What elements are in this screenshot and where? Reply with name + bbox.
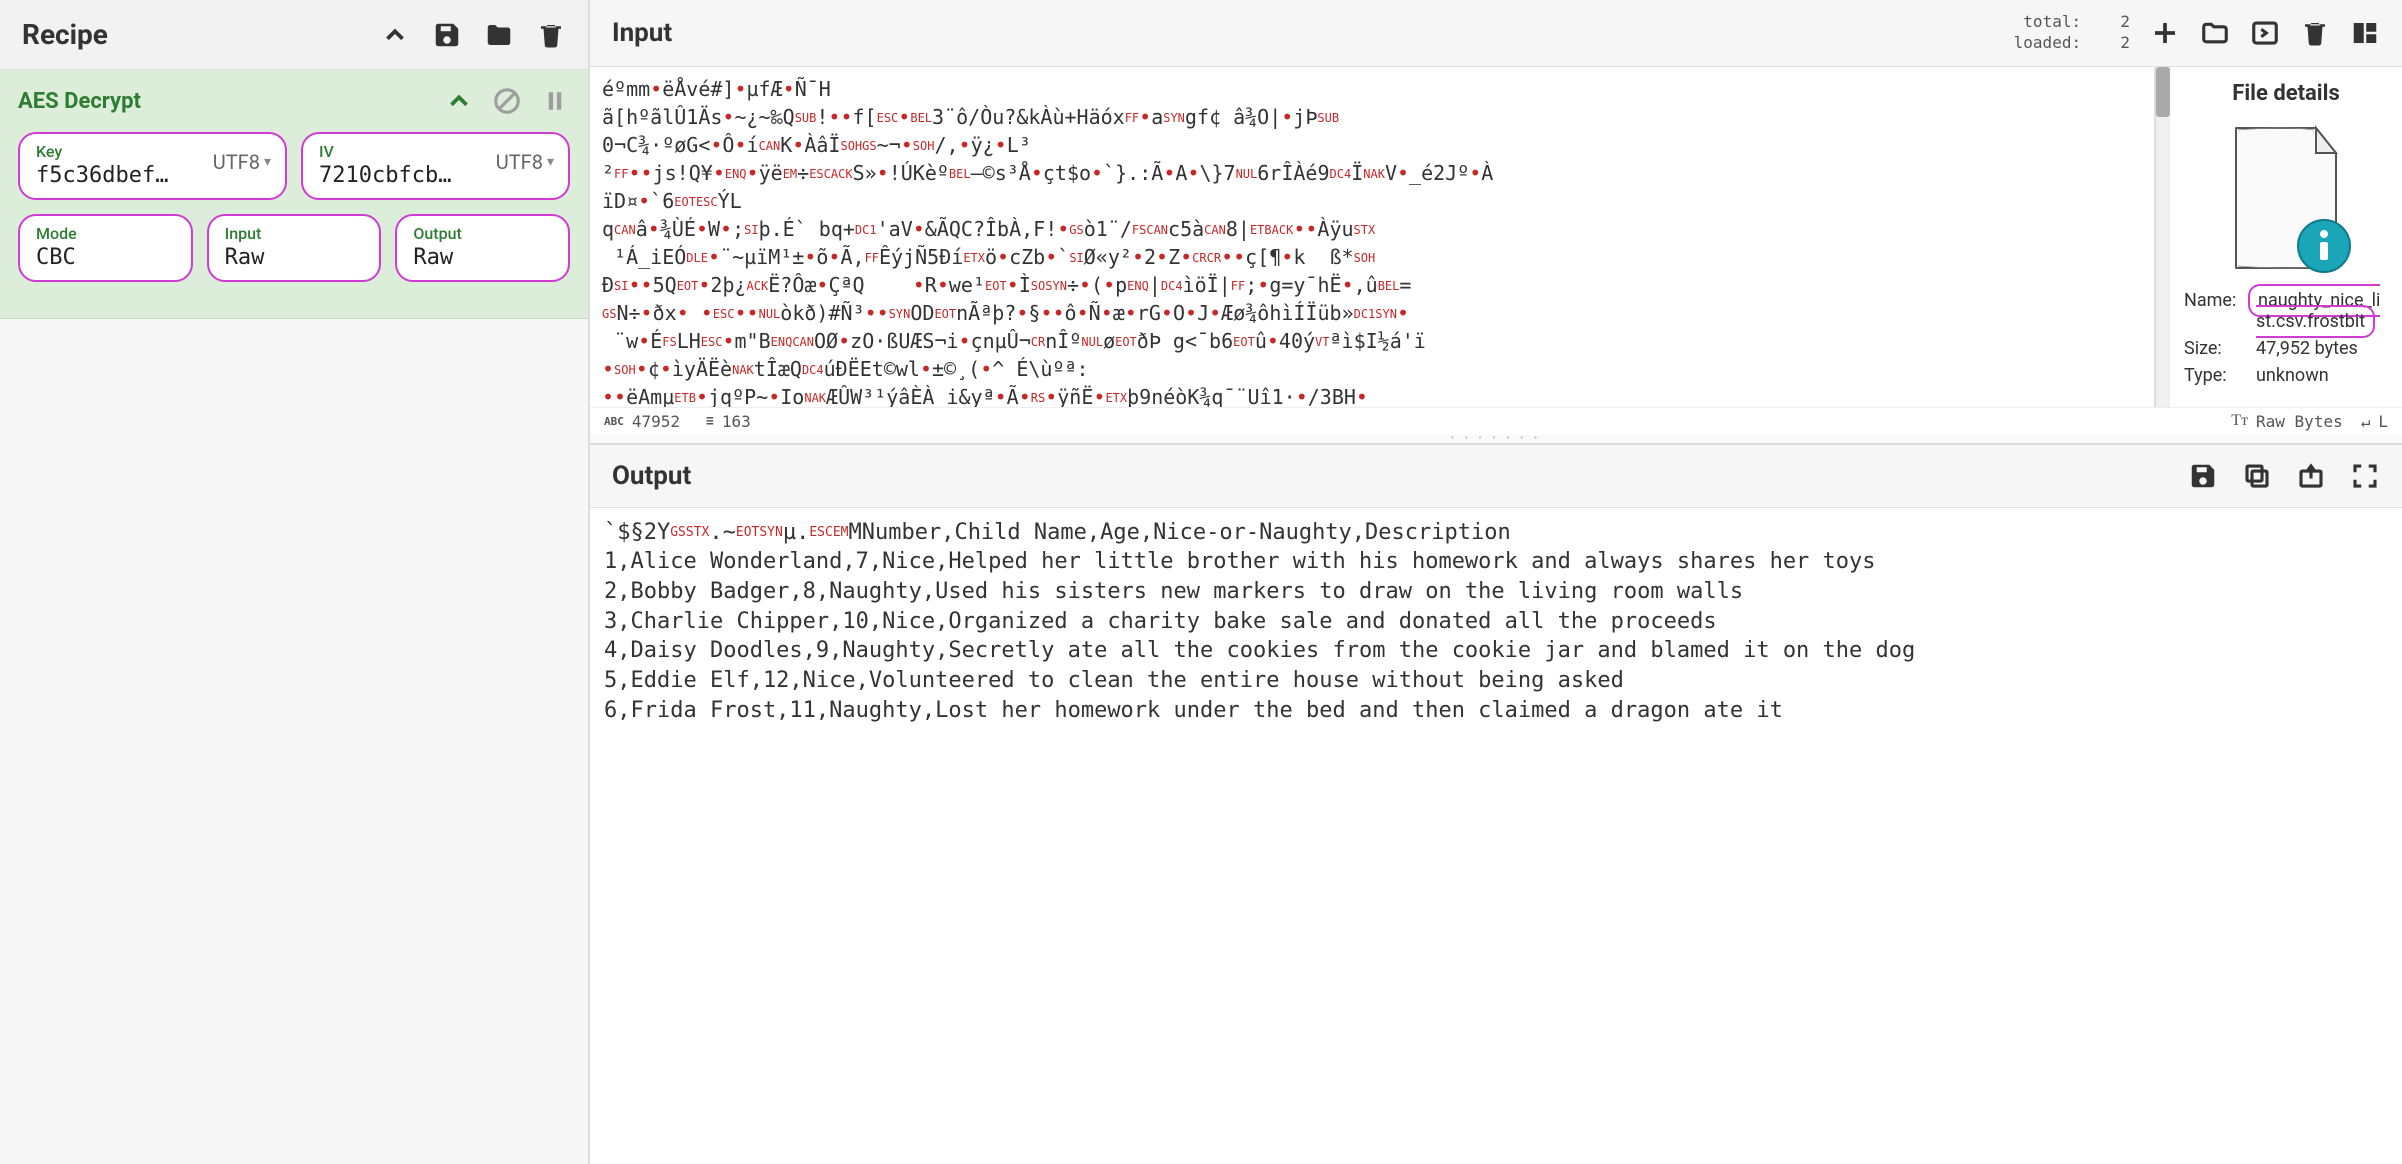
output-header: Output xyxy=(590,445,2402,508)
input-header: Input total: 2 loaded: 2 xyxy=(590,0,2402,67)
recipe-header: Recipe xyxy=(0,0,588,70)
trash-icon[interactable] xyxy=(536,20,566,50)
wrap-toggle[interactable]: ↵ L xyxy=(2361,412,2388,431)
count-loaded-label: loaded: xyxy=(2011,33,2081,54)
operation-title: AES Decrypt xyxy=(18,89,141,114)
encoding-mode[interactable]: Tᴛ Raw Bytes xyxy=(2231,412,2342,431)
operation-aes-decrypt: AES Decrypt Key f5c36dbef… xyxy=(0,70,588,319)
param-value: Raw xyxy=(413,245,552,270)
pause-icon[interactable] xyxy=(540,86,570,116)
layout-icon[interactable] xyxy=(2350,18,2380,48)
input-body: éºmm•ëÅvé#]•µfÆ•Ñ¯H ã[hºãlÛ1Äs•~¿~‰QSUB!… xyxy=(590,67,2402,407)
param-mode[interactable]: Mode CBC xyxy=(18,214,193,282)
param-input[interactable]: Input Raw xyxy=(207,214,382,282)
chevron-up-icon[interactable] xyxy=(444,86,474,116)
input-scrollbar[interactable] xyxy=(2156,67,2170,407)
file-details-panel: File details xyxy=(2170,67,2402,407)
recipe-header-icons xyxy=(380,20,566,50)
folder-open-icon[interactable] xyxy=(2200,18,2230,48)
param-encoding-select[interactable]: UTF8 xyxy=(496,150,554,174)
output-header-icons xyxy=(2188,461,2380,491)
file-details-title: File details xyxy=(2232,81,2340,106)
tt-icon: Tᴛ xyxy=(2231,412,2248,430)
return-icon: ↵ xyxy=(2361,412,2371,431)
save-icon[interactable] xyxy=(432,20,462,50)
param-value: CBC xyxy=(36,245,175,270)
char-count-value: 47952 xyxy=(632,412,680,431)
param-label: Input xyxy=(225,224,364,243)
line-count-value: 163 xyxy=(722,412,751,431)
input-header-icons xyxy=(2150,18,2380,48)
recipe-title: Recipe xyxy=(22,18,108,51)
file-details-table: Name: naughty_nice_list.csv.frostbit Siz… xyxy=(2184,290,2388,392)
wrap-label: L xyxy=(2378,412,2388,431)
count-loaded-value: 2 xyxy=(2120,33,2130,54)
input-header-right: total: 2 loaded: 2 xyxy=(2011,12,2380,54)
input-panel: Input total: 2 loaded: 2 xyxy=(590,0,2402,445)
right-column: Input total: 2 loaded: 2 xyxy=(590,0,2402,1164)
fd-type-value: unknown xyxy=(2256,365,2388,386)
fd-type-label: Type: xyxy=(2184,365,2246,386)
fd-size-label: Size: xyxy=(2184,338,2246,359)
char-count: ABC 47952 xyxy=(604,412,680,431)
fullscreen-icon[interactable] xyxy=(2350,461,2380,491)
param-label: Output xyxy=(413,224,552,243)
param-iv[interactable]: IV 7210cbfcb… UTF8 xyxy=(301,132,570,200)
trash-icon[interactable] xyxy=(2300,18,2330,48)
input-status-bar: ABC 47952 ≡ 163 Tᴛ Raw Bytes ↵ L xyxy=(590,407,2402,435)
abc-icon: ABC xyxy=(604,415,624,428)
recipe-panel: Recipe AES Decrypt xyxy=(0,0,590,1164)
param-key[interactable]: Key f5c36dbef… UTF8 xyxy=(18,132,287,200)
param-value: Raw xyxy=(225,245,364,270)
line-count: ≡ 163 xyxy=(706,412,751,431)
encoding-mode-value: Raw Bytes xyxy=(2256,412,2343,431)
move-to-input-icon[interactable] xyxy=(2296,461,2326,491)
param-row-2: Mode CBC Input Raw Output Raw xyxy=(18,214,570,282)
output-text-area[interactable]: `$§2YGSSTX.~EOTSYNµ.ESCEMMNumber,Child N… xyxy=(590,508,2402,1164)
count-total-label: total: xyxy=(2011,12,2081,33)
disable-icon[interactable] xyxy=(492,86,522,116)
fd-name-value: naughty_nice_list.csv.frostbit xyxy=(2248,284,2380,338)
input-title: Input xyxy=(612,18,672,48)
input-text-area[interactable]: éºmm•ëÅvé#]•µfÆ•Ñ¯H ã[hºãlÛ1Äs•~¿~‰QSUB!… xyxy=(590,67,2156,407)
output-title: Output xyxy=(612,461,691,491)
folder-icon[interactable] xyxy=(484,20,514,50)
save-icon[interactable] xyxy=(2188,461,2218,491)
fd-size-value: 47,952 bytes xyxy=(2256,338,2388,359)
param-encoding-select[interactable]: UTF8 xyxy=(213,150,271,174)
import-icon[interactable] xyxy=(2250,18,2280,48)
chevron-up-icon[interactable] xyxy=(380,20,410,50)
param-output[interactable]: Output Raw xyxy=(395,214,570,282)
file-icon xyxy=(2216,118,2356,278)
lines-icon: ≡ xyxy=(706,414,714,429)
scrollbar-thumb[interactable] xyxy=(2156,67,2170,117)
input-counts: total: 2 loaded: 2 xyxy=(2011,12,2130,54)
add-tab-icon[interactable] xyxy=(2150,18,2180,48)
fd-name-label: Name: xyxy=(2184,290,2246,311)
drag-handle[interactable]: • • • • • • • xyxy=(590,435,2402,443)
param-row-1: Key f5c36dbef… UTF8 IV 7210cbfcb… UTF8 xyxy=(18,132,570,200)
copy-icon[interactable] xyxy=(2242,461,2272,491)
output-panel: Output `$§2YGSSTX.~EOTSYNµ.ES xyxy=(590,445,2402,1164)
param-label: Mode xyxy=(36,224,175,243)
operation-header: AES Decrypt xyxy=(18,86,570,116)
count-total-value: 2 xyxy=(2120,12,2130,33)
operation-header-icons xyxy=(444,86,570,116)
